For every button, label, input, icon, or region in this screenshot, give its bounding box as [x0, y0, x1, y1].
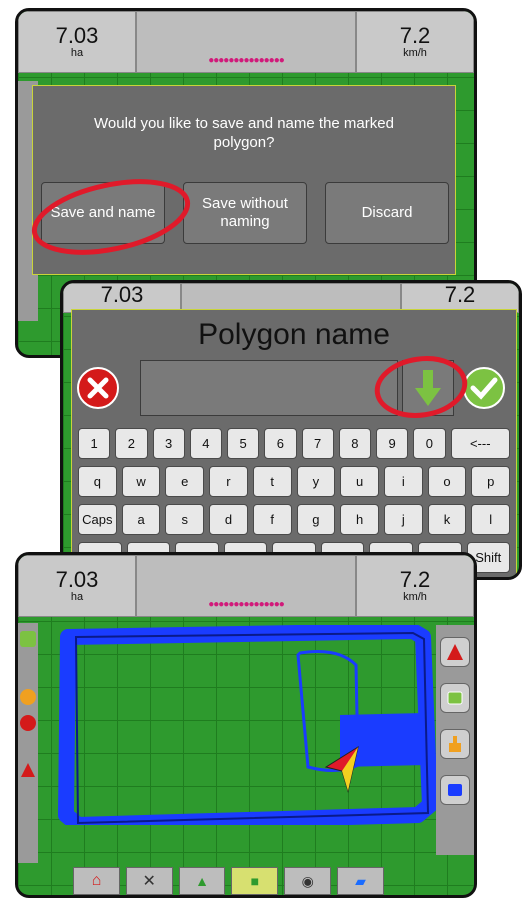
speed-value: 7.2 [444, 282, 476, 307]
lightbar: ●●●●●●●●●●●●●●● [136, 11, 356, 73]
lightbar: ●●●●●●●●●●●●●●● [136, 555, 356, 617]
keyboard-row-2: q w e r t y u i o p [78, 466, 511, 497]
guidance-mode-button[interactable] [440, 637, 470, 667]
key-p[interactable]: p [471, 466, 511, 497]
vehicle-arrow-icon [324, 745, 359, 793]
tab-data[interactable]: ▰ [337, 867, 384, 895]
left-toolbar [18, 623, 38, 863]
key-k[interactable]: k [427, 504, 467, 535]
map-layer-button[interactable] [440, 775, 470, 805]
keyboard-row-3: Caps a s d f g h j k l [78, 504, 511, 535]
key-w[interactable]: w [121, 466, 161, 497]
tab-field[interactable]: ▲ [178, 867, 226, 895]
key-i[interactable]: i [383, 466, 423, 497]
key-y[interactable]: y [296, 466, 336, 497]
key-u[interactable]: u [340, 466, 379, 497]
dialog-title: Polygon name [198, 318, 390, 351]
key-o[interactable]: o [427, 466, 467, 497]
key-0[interactable]: 0 [413, 428, 446, 459]
key-5[interactable]: 5 [227, 428, 260, 459]
area-value: 7.03 [55, 23, 99, 48]
key-3[interactable]: 3 [152, 428, 185, 459]
speed-unit: km/h [403, 591, 427, 603]
key-j[interactable]: j [383, 504, 423, 535]
key-9[interactable]: 9 [376, 428, 409, 459]
key-f[interactable]: f [252, 504, 292, 535]
speed-unit: km/h [403, 47, 427, 59]
highlight-circle [31, 179, 191, 255]
key-e[interactable]: e [165, 466, 205, 497]
tab-camera[interactable]: ◉ [284, 867, 332, 895]
camera-icon: ◉ [301, 872, 314, 889]
key-r[interactable]: r [209, 466, 248, 497]
lightbar-leds: ●●●●●●●●●●●●●●● [208, 55, 285, 66]
key-1[interactable]: 1 [78, 428, 111, 459]
save-without-naming-button[interactable]: Save without naming [183, 182, 307, 244]
key-g[interactable]: g [296, 504, 336, 535]
field-icon: ▲ [195, 873, 209, 889]
polygon-name-keyboard-dialog: Polygon name 1 2 3 4 5 6 7 8 9 0 <--- q … [71, 309, 517, 577]
gps-status-icon [20, 631, 36, 647]
key-s[interactable]: s [165, 504, 205, 535]
guidance-icon: ■ [250, 873, 260, 889]
home-icon: ⌂ [91, 872, 102, 889]
tools-icon: ✕ [142, 873, 156, 890]
discard-button[interactable]: Discard [325, 182, 449, 244]
lightbar-leds: ●●●●●●●●●●●●●●● [208, 599, 285, 610]
key-7[interactable]: 7 [301, 428, 334, 459]
speed-value: 7.2 [399, 567, 431, 592]
area-readout: 7.03 ha [18, 555, 136, 617]
vehicle-icon [21, 763, 35, 777]
area-readout: 7.03 ha [18, 11, 136, 73]
polygon-button[interactable] [440, 683, 470, 713]
key-caps[interactable]: Caps [78, 504, 117, 535]
polygon-icon [447, 691, 463, 705]
highlight-circle [374, 356, 468, 418]
tab-tools[interactable]: ✕ [125, 867, 173, 895]
area-value: 7.03 [100, 282, 144, 307]
key-d[interactable]: d [209, 504, 248, 535]
key-8[interactable]: 8 [338, 428, 371, 459]
area-value: 7.03 [55, 567, 99, 592]
alarm-icon [20, 715, 36, 731]
status-bar: 7.03 ha ●●●●●●●●●●●●●●● 7.2 km/h [18, 555, 474, 617]
key-a[interactable]: a [121, 504, 161, 535]
status-bar: 7.03 ha ●●●●●●●●●●●●●●● 7.2 km/h [18, 11, 474, 73]
area-unit: ha [70, 591, 84, 603]
keyboard-row-1: 1 2 3 4 5 6 7 8 9 0 <--- [78, 428, 510, 459]
key-6[interactable]: 6 [264, 428, 297, 459]
hand-icon [449, 736, 461, 752]
screen-map-view: 7.03 ha ●●●●●●●●●●●●●●● 7.2 km/h ⌂ ✕ ▲ ■… [15, 552, 477, 898]
triangle-icon [447, 644, 463, 660]
speed-readout: 7.2 km/h [356, 555, 474, 617]
cancel-icon[interactable] [76, 366, 120, 410]
data-icon: ▰ [355, 872, 366, 889]
polygon-name-input[interactable] [140, 360, 398, 416]
coverage-map [58, 625, 438, 825]
right-toolbar [436, 625, 474, 855]
key-t[interactable]: t [252, 466, 292, 497]
tab-home[interactable]: ⌂ [73, 867, 120, 895]
bottom-nav: ⌂ ✕ ▲ ■ ◉ ▰ [73, 867, 384, 895]
key-4[interactable]: 4 [189, 428, 222, 459]
key-h[interactable]: h [340, 504, 379, 535]
speed-readout: 7.2 km/h [356, 11, 474, 73]
key-l[interactable]: l [471, 504, 511, 535]
key-backspace[interactable]: <--- [450, 428, 510, 459]
dialog-message: Would you like to save and name the mark… [94, 115, 394, 151]
key-q[interactable]: q [78, 466, 117, 497]
speed-value: 7.2 [399, 23, 431, 48]
key-2[interactable]: 2 [115, 428, 148, 459]
boom-status-icon [20, 689, 36, 705]
tab-guidance[interactable]: ■ [231, 867, 279, 895]
layer-icon [448, 784, 462, 796]
screen-polygon-name: 7.03 7.2 Polygon name 1 2 3 4 5 6 7 8 9 … [60, 280, 522, 580]
area-unit: ha [70, 47, 84, 59]
mark-button[interactable] [440, 729, 470, 759]
